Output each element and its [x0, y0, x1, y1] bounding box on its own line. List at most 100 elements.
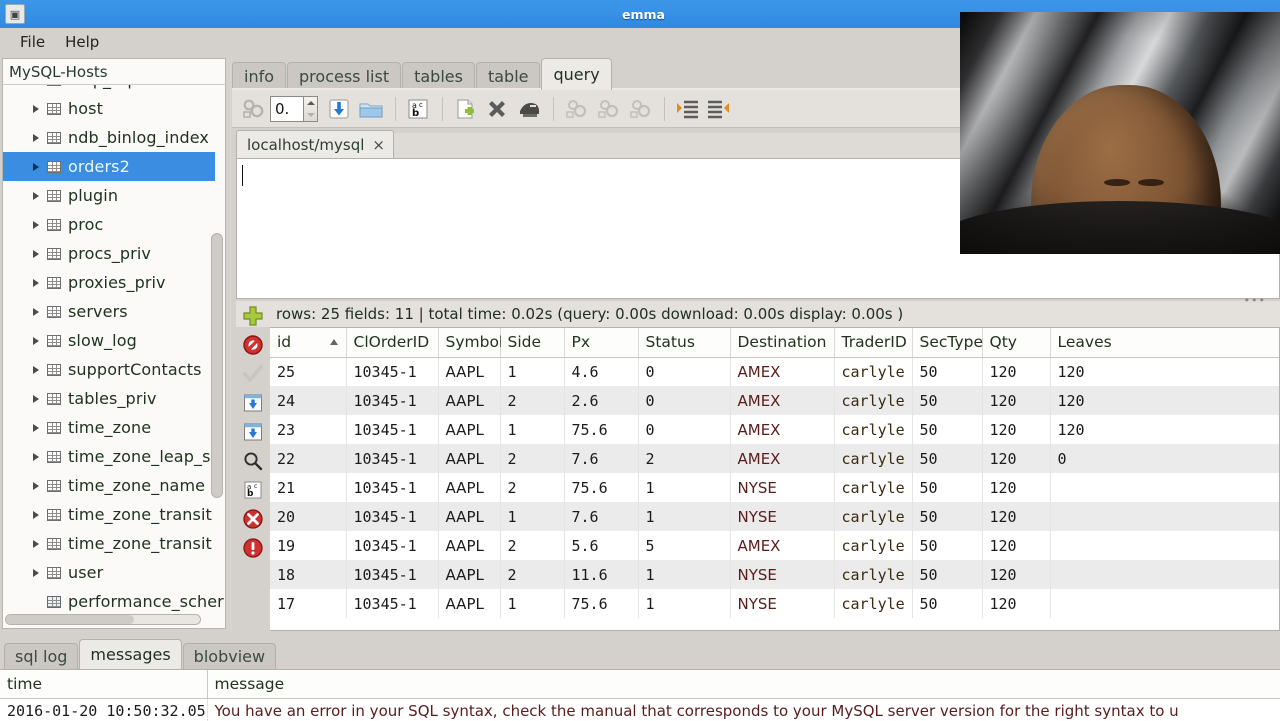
gear-disabled-2-icon[interactable]: [593, 94, 623, 124]
sidebar-item-performance-scher[interactable]: performance_scher: [3, 587, 224, 616]
cell-id[interactable]: 18: [270, 560, 347, 589]
cell-side[interactable]: 2: [500, 386, 565, 415]
cell-traderid[interactable]: carlyle: [834, 357, 913, 386]
add-row-icon[interactable]: [238, 301, 268, 330]
chevron-right-icon[interactable]: [33, 510, 39, 519]
cell-clorderid[interactable]: 10345-1: [346, 531, 439, 560]
cell-traderid[interactable]: carlyle: [834, 386, 913, 415]
sidebar-item-procs-priv[interactable]: procs_priv: [3, 239, 215, 268]
messages-grid[interactable]: time message 2016-01-20 10:50:32.05 You ha…: [0, 669, 1280, 721]
cell-clorderid[interactable]: 10345-1: [346, 444, 439, 473]
table-row[interactable]: 17 10345-1 AAPL 1 75.6 1 NYSE carlyle 50 120: [270, 589, 1279, 618]
sidebar-item-proc[interactable]: proc: [3, 210, 215, 239]
cell-side[interactable]: 2: [500, 531, 565, 560]
cell-status[interactable]: 1: [638, 473, 731, 502]
table-row[interactable]: 19 10345-1 AAPL 2 5.6 5 AMEX carlyle 50 120: [270, 531, 1279, 560]
database-tree[interactable]: help_topichost ndb_binlog_index orders2 plu…: [2, 84, 226, 629]
tab-table[interactable]: table: [475, 62, 541, 90]
cell-symbol[interactable]: AAPL: [438, 386, 501, 415]
cell-destination[interactable]: AMEX: [730, 386, 835, 415]
sidebar-item-help-topic[interactable]: help_topic: [3, 85, 215, 94]
export-down-2-icon[interactable]: [238, 417, 268, 446]
table-row[interactable]: 18 10345-1 AAPL 2 11.6 1 NYSE carlyle 50 120: [270, 560, 1279, 589]
deny-icon[interactable]: [238, 330, 268, 359]
error-icon[interactable]: [238, 533, 268, 562]
sidebar-item-slow-log[interactable]: slow_log: [3, 326, 215, 355]
messages-column-time[interactable]: time: [0, 670, 208, 699]
cell-sectype[interactable]: 50: [912, 386, 983, 415]
cell-sectype[interactable]: 50: [912, 357, 983, 386]
cell-id[interactable]: 23: [270, 415, 347, 444]
splitter-grip[interactable]: •••: [1244, 294, 1266, 307]
limit-stepper[interactable]: [304, 95, 318, 122]
cell-destination[interactable]: AMEX: [730, 357, 835, 386]
cell-px[interactable]: 75.6: [564, 415, 639, 444]
cell-destination[interactable]: NYSE: [730, 560, 835, 589]
cell-traderid[interactable]: carlyle: [834, 502, 913, 531]
cell-id[interactable]: 21: [270, 473, 347, 502]
cell-status[interactable]: 0: [638, 415, 731, 444]
message-row[interactable]: 2016-01-20 10:50:32.05 You have an error …: [0, 698, 1280, 721]
sidebar-item-proxies-priv[interactable]: proxies_priv: [3, 268, 215, 297]
cell-leaves[interactable]: 120: [1050, 415, 1279, 444]
query-tab-localhost-mysql[interactable]: localhost/mysql ×: [236, 130, 394, 159]
cell-leaves[interactable]: [1050, 589, 1279, 618]
cell-destination[interactable]: NYSE: [730, 589, 835, 618]
tab-info[interactable]: info: [232, 62, 287, 90]
cell-destination[interactable]: AMEX: [730, 444, 835, 473]
cell-id[interactable]: 17: [270, 589, 347, 618]
chevron-right-icon[interactable]: [33, 220, 39, 229]
tab-tables[interactable]: tables: [402, 62, 475, 90]
cell-destination[interactable]: NYSE: [730, 473, 835, 502]
cell-clorderid[interactable]: 10345-1: [346, 560, 439, 589]
cell-symbol[interactable]: AAPL: [438, 589, 501, 618]
cell-status[interactable]: 5: [638, 531, 731, 560]
cell-leaves[interactable]: [1050, 560, 1279, 589]
cell-side[interactable]: 1: [500, 589, 565, 618]
cell-leaves[interactable]: 120: [1050, 357, 1279, 386]
cell-px[interactable]: 75.6: [564, 473, 639, 502]
dock-tab-blobview[interactable]: blobview: [182, 643, 277, 669]
search-icon[interactable]: [238, 446, 268, 475]
new-document-icon[interactable]: [450, 94, 480, 124]
chevron-right-icon[interactable]: [33, 307, 39, 316]
cell-symbol[interactable]: AAPL: [438, 473, 501, 502]
cell-traderid[interactable]: carlyle: [834, 560, 913, 589]
cell-px[interactable]: 4.6: [564, 357, 639, 386]
sidebar-item-time-zone[interactable]: time_zone: [3, 413, 215, 442]
cell-symbol[interactable]: AAPL: [438, 415, 501, 444]
chevron-right-icon[interactable]: [33, 162, 39, 171]
cell-sectype[interactable]: 50: [912, 502, 983, 531]
export-down-1-icon[interactable]: [238, 388, 268, 417]
chevron-right-icon[interactable]: [33, 104, 39, 113]
cell-qty[interactable]: 120: [982, 560, 1051, 589]
chevron-right-icon[interactable]: [33, 394, 39, 403]
execute-disabled-icon[interactable]: [238, 94, 268, 124]
sidebar-item-supportcontacts[interactable]: supportContacts: [3, 355, 215, 384]
cell-symbol[interactable]: AAPL: [438, 502, 501, 531]
table-row[interactable]: 24 10345-1 AAPL 2 2.6 0 AMEX carlyle 50 120 120: [270, 386, 1279, 415]
cell-side[interactable]: 2: [500, 444, 565, 473]
cell-traderid[interactable]: carlyle: [834, 589, 913, 618]
table-row[interactable]: 22 10345-1 AAPL 2 7.6 2 AMEX carlyle 50 120 0: [270, 444, 1279, 473]
limit-input[interactable]: 0.: [270, 95, 304, 122]
cell-time[interactable]: 2016-01-20 10:50:32.05: [0, 698, 208, 721]
tree-horizontal-scrollbar[interactable]: [5, 614, 201, 625]
sidebar-item-time-zone-transit[interactable]: time_zone_transit: [3, 500, 215, 529]
cell-symbol[interactable]: AAPL: [438, 444, 501, 473]
table-row[interactable]: 23 10345-1 AAPL 1 75.6 0 AMEX carlyle 50 120 120: [270, 415, 1279, 444]
cell-leaves[interactable]: [1050, 502, 1279, 531]
dock-tab-sql-log[interactable]: sql log: [4, 643, 79, 669]
cell-destination[interactable]: NYSE: [730, 502, 835, 531]
column-header-leaves[interactable]: Leaves: [1050, 328, 1279, 358]
cell-traderid[interactable]: carlyle: [834, 531, 913, 560]
cell-clorderid[interactable]: 10345-1: [346, 589, 439, 618]
cell-leaves[interactable]: 120: [1050, 386, 1279, 415]
table-row[interactable]: 20 10345-1 AAPL 1 7.6 1 NYSE carlyle 50 120: [270, 502, 1279, 531]
cell-side[interactable]: 2: [500, 560, 565, 589]
column-header-sectype[interactable]: SecType: [912, 328, 983, 358]
export-icon[interactable]: [514, 94, 544, 124]
cell-side[interactable]: 1: [500, 357, 565, 386]
cell-id[interactable]: 24: [270, 386, 347, 415]
sidebar-item-time-zone-leap-s[interactable]: time_zone_leap_s: [3, 442, 215, 471]
